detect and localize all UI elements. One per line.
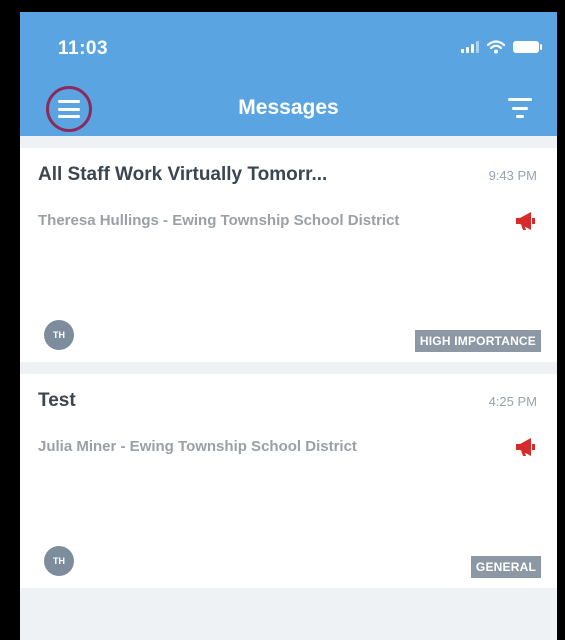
filter-icon [508, 98, 532, 101]
message-card[interactable]: Test 4:25 PM Julia Miner - Ewing Townshi… [20, 374, 557, 588]
message-time: 9:43 PM [488, 168, 537, 183]
avatar: TH [44, 320, 74, 350]
app-screen: 11:03 Messages All Staff Work Virtually [20, 12, 557, 640]
priority-badge: HIGH IMPORTANCE [414, 330, 541, 352]
signal-icon [461, 41, 479, 53]
battery-icon [513, 41, 542, 53]
hamburger-icon [58, 100, 80, 118]
device-frame-top [0, 0, 565, 12]
device-frame-right [557, 0, 565, 640]
status-time: 11:03 [58, 38, 109, 59]
message-card[interactable]: All Staff Work Virtually Tomorr... 9:43 … [20, 148, 557, 362]
status-icons [461, 40, 542, 54]
device-frame-left [0, 0, 20, 640]
page-title: Messages [238, 96, 339, 119]
app-header: 11:03 Messages [20, 12, 557, 136]
filter-button[interactable] [507, 96, 533, 120]
megaphone-icon [516, 212, 535, 230]
message-sender: Julia Miner - Ewing Township School Dist… [38, 438, 357, 455]
avatar: TH [44, 546, 74, 576]
message-title: All Staff Work Virtually Tomorr... [38, 164, 328, 185]
menu-button[interactable] [46, 86, 92, 132]
wifi-icon [487, 40, 505, 54]
message-time: 4:25 PM [488, 394, 537, 409]
category-badge: GENERAL [470, 556, 541, 578]
megaphone-icon [516, 438, 535, 456]
message-sender: Theresa Hullings - Ewing Township School… [38, 212, 400, 229]
message-title: Test [38, 390, 76, 411]
